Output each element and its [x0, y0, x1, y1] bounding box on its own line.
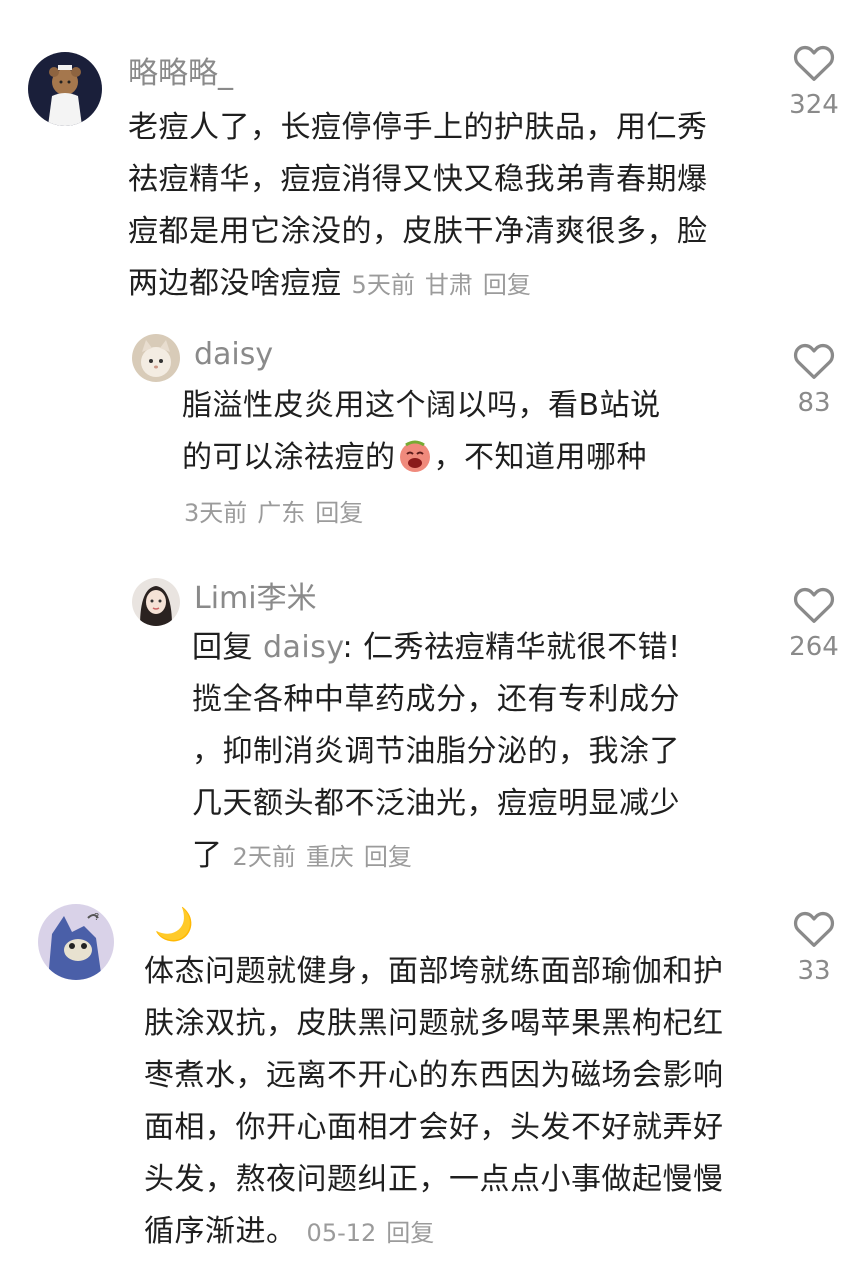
avatar[interactable]	[132, 334, 180, 382]
username[interactable]: Limi李米	[194, 581, 317, 617]
username[interactable]: 🌙	[154, 906, 194, 942]
comment-line: 揽全各种中草药成分，还有专利成分	[192, 682, 680, 717]
comment-text-segment: : 仁秀祛痘精华就很不错!	[342, 630, 681, 665]
comment-text: 老痘人了，长痘停停手上的护肤品，用仁秀 祛痘精华，痘痘消得又快又稳我弟青春期爆 …	[128, 102, 758, 311]
comment-line: 面相，你开心面相才会好，头发不好就弄好	[144, 1110, 724, 1145]
comment-line-last: 了 2天前 重庆 回复	[192, 830, 752, 883]
avatar[interactable]: ?	[38, 904, 114, 980]
like-count: 83	[797, 388, 831, 418]
reply-prefix: 回复	[192, 630, 253, 665]
comment-meta: 5天前 甘肃 回复	[352, 271, 541, 299]
comment-text-segment: ，不知道用哪种	[433, 440, 647, 475]
comment-meta: 2天前 重庆 回复	[233, 843, 422, 871]
reply-button[interactable]: 回复	[364, 843, 412, 871]
comment-line: 回复 daisy: 仁秀祛痘精华就很不错!	[192, 622, 752, 674]
location: 甘肃	[424, 271, 473, 299]
crying-face-emoji-icon	[398, 438, 432, 490]
comment-line: 肤涂双抗，皮肤黑问题就多喝苹果黑枸杞红	[144, 1006, 724, 1041]
like-button[interactable]: 264	[778, 584, 850, 662]
comment-line: 老痘人了，长痘停停手上的护肤品，用仁秀	[128, 110, 708, 145]
comment-meta: 05-12 回复	[307, 1219, 445, 1247]
comment-line: 头发，熬夜问题纠正，一点点小事做起慢慢	[144, 1162, 724, 1197]
comment-text-segment: 的可以涂祛痘的	[182, 440, 396, 475]
timestamp: 3天前	[184, 499, 248, 527]
avatar[interactable]	[28, 52, 102, 126]
comment-line: 循序渐进。	[144, 1214, 297, 1249]
like-count: 33	[797, 956, 831, 986]
comment-line-last: 循序渐进。 05-12 回复	[144, 1206, 764, 1259]
like-button[interactable]: 324	[778, 42, 850, 120]
comment-text: 脂溢性皮炎用这个阔以吗，看B站说 的可以涂祛痘的 ，不知道用哪种	[182, 380, 742, 490]
comment-line: 脂溢性皮炎用这个阔以吗，看B站说	[182, 388, 661, 423]
heart-icon	[793, 587, 835, 623]
username[interactable]: 略略略_	[128, 56, 233, 92]
comment-line: 痘都是用它涂没的，皮肤干净清爽很多，脸	[128, 214, 708, 249]
username[interactable]: daisy	[194, 337, 273, 373]
like-button[interactable]: 83	[778, 340, 850, 418]
like-button[interactable]: 33	[778, 908, 850, 986]
svg-text:?: ?	[94, 912, 99, 923]
reply-target-username[interactable]: daisy	[263, 630, 342, 665]
avatar[interactable]	[132, 578, 180, 626]
reply-button[interactable]: 回复	[386, 1219, 434, 1247]
reply-button[interactable]: 回复	[483, 271, 531, 299]
reply-button[interactable]: 回复	[315, 499, 363, 527]
comment-line: 体态问题就健身，面部垮就练面部瑜伽和护	[144, 954, 724, 989]
comment-line: 了	[192, 838, 223, 873]
like-count: 324	[789, 90, 839, 120]
heart-icon	[793, 45, 835, 81]
timestamp: 2天前	[232, 843, 296, 871]
comment-meta: 3天前 广东 回复	[184, 498, 373, 528]
timestamp: 05-12	[306, 1219, 377, 1247]
heart-icon	[793, 911, 835, 947]
comment-line: 的可以涂祛痘的 ，不知道用哪种	[182, 432, 742, 490]
like-count: 264	[789, 632, 839, 662]
timestamp: 5天前	[351, 271, 415, 299]
comment-line: 几天额头都不泛油光，痘痘明显减少	[192, 786, 680, 821]
comment-line: ，抑制消炎调节油脂分泌的，我涂了	[192, 734, 680, 769]
comment-line: 祛痘精华，痘痘消得又快又稳我弟青春期爆	[128, 162, 708, 197]
location: 广东	[257, 499, 306, 527]
comment-line: 两边都没啥痘痘	[128, 266, 342, 301]
comment-line-last: 两边都没啥痘痘 5天前 甘肃 回复	[128, 258, 758, 311]
comment-line: 枣煮水，远离不开心的东西因为磁场会影响	[144, 1058, 724, 1093]
location: 重庆	[305, 843, 354, 871]
heart-icon	[793, 343, 835, 379]
comment-text: 回复 daisy: 仁秀祛痘精华就很不错! 揽全各种中草药成分，还有专利成分 ，抑…	[192, 622, 752, 883]
comment-text: 体态问题就健身，面部垮就练面部瑜伽和护 肤涂双抗，皮肤黑问题就多喝苹果黑枸杞红 …	[144, 946, 764, 1259]
